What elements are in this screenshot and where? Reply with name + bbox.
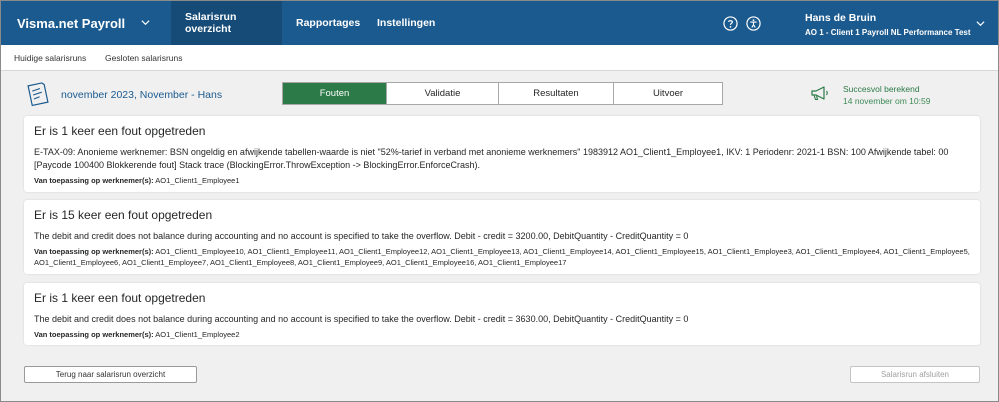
- run-tabs: Fouten Validatie Resultaten Uitvoer: [282, 82, 723, 105]
- calculation-status: Succesvol berekend 14 november om 10:59: [843, 84, 930, 106]
- tab-resultaten[interactable]: Resultaten: [499, 83, 614, 104]
- chevron-down-icon[interactable]: [976, 19, 985, 28]
- nav-instellingen[interactable]: Instellingen: [363, 1, 449, 45]
- tab-label: Validatie: [424, 88, 461, 99]
- tab-label: Resultaten: [533, 88, 579, 99]
- megaphone-icon: [811, 86, 828, 101]
- brand-name: Visma.net Payroll: [17, 15, 126, 31]
- payslip-icon: [27, 82, 49, 107]
- error-message: E-TAX-09: Anonieme werknemer: BSN ongeld…: [34, 147, 949, 170]
- user-name: Hans de Bruin: [805, 12, 877, 24]
- tab-label: Uitvoer: [652, 88, 684, 99]
- app-window: Visma.net Payroll Salarisrun overzicht R…: [0, 0, 999, 402]
- tab-label: Fouten: [319, 88, 350, 99]
- error-affected-employees: Van toepassing op werknemer(s): AO1_Clie…: [34, 246, 970, 268]
- tab-fouten[interactable]: Fouten: [283, 83, 387, 104]
- accessibility-icon[interactable]: [746, 16, 761, 31]
- error-title: Er is 1 keer een fout opgetreden: [34, 291, 206, 305]
- nav-label: Rapportages: [296, 17, 361, 29]
- run-title: november 2023, November - Hans: [61, 89, 223, 101]
- tab-uitvoer[interactable]: Uitvoer: [614, 83, 722, 104]
- app-switcher[interactable]: Visma.net Payroll: [1, 1, 171, 45]
- user-organisation: AO 1 - Client 1 Payroll NL Performance T…: [805, 28, 971, 37]
- chevron-down-icon: [141, 20, 150, 26]
- error-card: Er is 15 keer een fout opgetreden The de…: [24, 200, 980, 274]
- error-card: Er is 1 keer een fout opgetreden E-TAX-0…: [24, 116, 980, 192]
- affected-label: Van toepassing op werknemer(s):: [34, 247, 154, 256]
- error-title: Er is 15 keer een fout opgetreden: [34, 208, 213, 222]
- error-message: The debit and credit does not balance du…: [34, 314, 689, 324]
- status-date: 14 november om 10:59: [843, 96, 931, 106]
- close-salarisrun-button[interactable]: Salarisrun afsluiten: [850, 366, 980, 383]
- help-circle-icon[interactable]: [723, 16, 738, 31]
- sub-navigation: Huidige salarisruns Gesloten salarisruns: [1, 45, 998, 71]
- tab-validatie[interactable]: Validatie: [387, 83, 499, 104]
- affected-label: Van toepassing op werknemer(s):: [34, 176, 154, 185]
- top-navigation-bar: Visma.net Payroll Salarisrun overzicht R…: [1, 1, 998, 45]
- error-affected-employees: Van toepassing op werknemer(s): AO1_Clie…: [34, 329, 970, 340]
- error-message: The debit and credit does not balance du…: [34, 231, 689, 241]
- affected-list: AO1_Client1_Employee2: [155, 330, 240, 339]
- back-to-overview-button[interactable]: Terug naar salarisrun overzicht: [24, 366, 197, 383]
- nav-label: Instellingen: [377, 17, 436, 29]
- error-title: Er is 1 keer een fout opgetreden: [34, 124, 206, 138]
- affected-list: AO1_Client1_Employee1: [155, 176, 240, 185]
- user-menu[interactable]: Hans de Bruin AO 1 - Client 1 Payroll NL…: [805, 12, 971, 37]
- nav-rapportages[interactable]: Rapportages: [282, 1, 374, 45]
- affected-list: AO1_Client1_Employee10, AO1_Client1_Empl…: [34, 247, 970, 267]
- subnav-gesloten-salarisruns[interactable]: Gesloten salarisruns: [105, 53, 182, 63]
- nav-salarisrun-overzicht[interactable]: Salarisrun overzicht: [171, 1, 282, 45]
- status-label: Succesvol berekend: [843, 84, 920, 94]
- nav-label: Salarisrun overzicht: [185, 11, 237, 35]
- error-affected-employees: Van toepassing op werknemer(s): AO1_Clie…: [34, 175, 970, 186]
- error-card: Er is 1 keer een fout opgetreden The deb…: [24, 283, 980, 345]
- affected-label: Van toepassing op werknemer(s):: [34, 330, 154, 339]
- subnav-huidige-salarisruns[interactable]: Huidige salarisruns: [14, 53, 86, 63]
